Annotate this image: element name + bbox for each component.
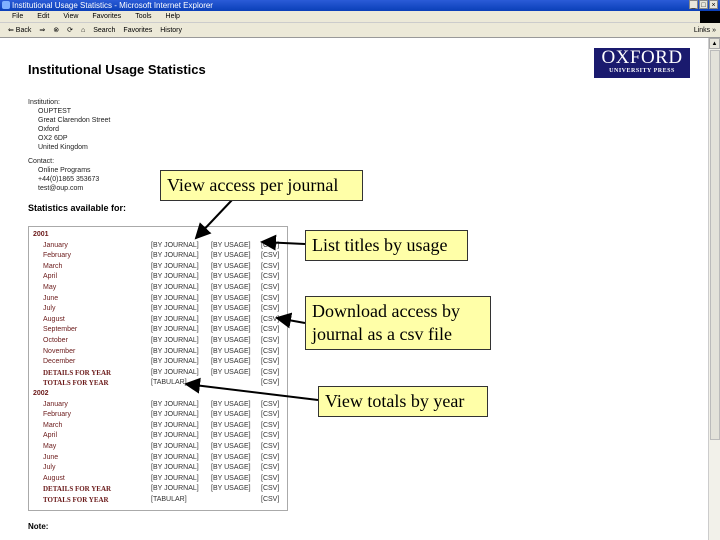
arrow-journal bbox=[194, 199, 233, 240]
arrow-usage bbox=[260, 234, 306, 251]
callout-arrows bbox=[184, 199, 319, 401]
callout-view-totals-by-year: View totals by year bbox=[318, 386, 488, 417]
arrow-totals bbox=[184, 377, 319, 401]
callout-view-access-per-journal: View access per journal bbox=[160, 170, 363, 201]
callout-download-csv: Download access by journal as a csv file bbox=[305, 296, 491, 350]
arrow-csv bbox=[275, 312, 306, 329]
callout-list-titles-by-usage: List titles by usage bbox=[305, 230, 468, 261]
